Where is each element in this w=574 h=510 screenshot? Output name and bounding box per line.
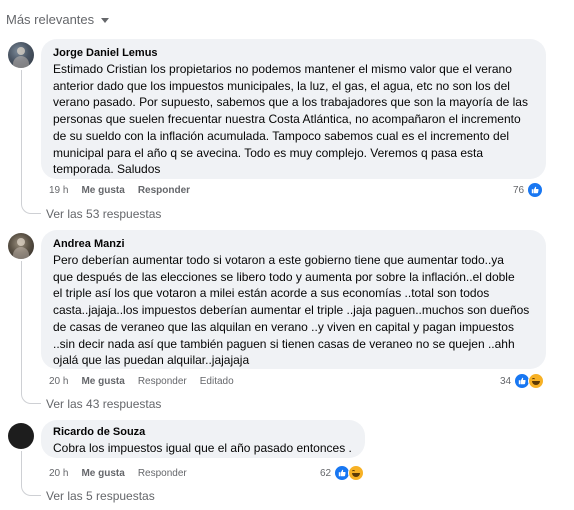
comment-author[interactable]: Andrea Manzi [53, 238, 534, 250]
sort-label: Más relevantes [6, 12, 95, 27]
reply-button[interactable]: Responder [138, 376, 187, 387]
edited-label: Editado [199, 376, 234, 387]
reply-button[interactable]: Responder [138, 185, 190, 196]
reaction-summary[interactable]: 76 [513, 182, 544, 198]
comment-text: Pero deberían aumentar todo si votaron a… [53, 253, 530, 368]
sort-dropdown[interactable]: Más relevantes [6, 12, 110, 27]
reaction-count: 34 [500, 375, 512, 387]
view-replies-link[interactable]: Ver las 53 respuestas [46, 207, 161, 221]
comment-actions: 19 h Me gusta Responder [49, 185, 190, 196]
reaction-count: 76 [513, 184, 525, 196]
avatar[interactable] [8, 423, 34, 449]
comment-bubble: Ricardo de Souza Cobra los impuestos igu… [41, 420, 365, 458]
comment-actions: 20 h Me gusta Responder [49, 468, 187, 479]
reaction-summary[interactable]: 34 [500, 373, 545, 389]
thread-connector [21, 451, 41, 496]
thumbs-up-icon [527, 182, 544, 198]
like-button[interactable]: Me gusta [81, 468, 124, 479]
like-button[interactable]: Me gusta [81, 185, 124, 196]
like-button[interactable]: Me gusta [81, 376, 124, 387]
avatar[interactable] [8, 233, 34, 259]
thread-connector [21, 70, 41, 214]
comment-time[interactable]: 20 h [49, 468, 68, 479]
comment-time[interactable]: 20 h [49, 376, 68, 387]
view-replies-link[interactable]: Ver las 5 respuestas [46, 489, 155, 503]
haha-emoji-icon [528, 373, 545, 389]
comment-time[interactable]: 19 h [49, 185, 68, 196]
reaction-count: 62 [320, 467, 332, 479]
comment-author[interactable]: Ricardo de Souza [53, 426, 353, 438]
thread-connector [21, 261, 41, 404]
haha-emoji-icon [348, 465, 365, 481]
comment-bubble: Jorge Daniel Lemus Estimado Cristian los… [41, 39, 546, 179]
view-replies-link[interactable]: Ver las 43 respuestas [46, 397, 161, 411]
avatar[interactable] [8, 42, 34, 68]
comment-author[interactable]: Jorge Daniel Lemus [53, 47, 534, 59]
reply-button[interactable]: Responder [138, 468, 187, 479]
comment-text: Estimado Cristian los propietarios no po… [53, 62, 528, 177]
comment-text: Cobra los impuestos igual que el año pas… [53, 441, 352, 455]
reaction-summary[interactable]: 62 [320, 465, 365, 481]
cropped-header [0, 0, 574, 4]
comment-actions: 20 h Me gusta Responder Editado [49, 376, 234, 387]
chevron-down-icon [101, 17, 110, 23]
comment-bubble: Andrea Manzi Pero deberían aumentar todo… [41, 230, 546, 369]
